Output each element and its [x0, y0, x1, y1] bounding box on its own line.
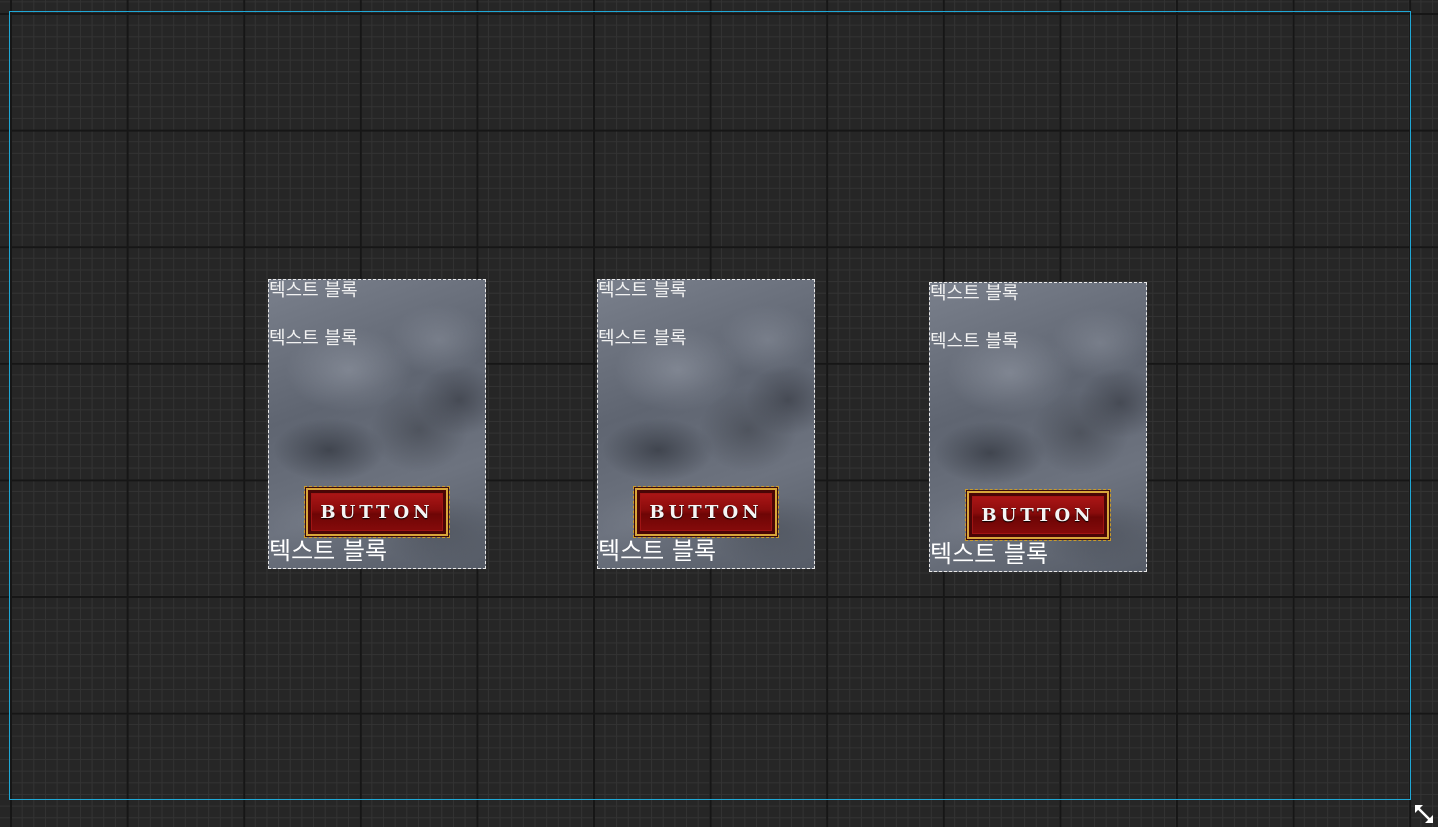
- button-frame: BUTTON: [633, 486, 779, 538]
- designer-grid: 텍스트 블록 텍스트 블록 BUTTON 텍스트 블록 텍스트 블록 텍스트 블…: [0, 0, 1438, 827]
- card-1[interactable]: 텍스트 블록 텍스트 블록 BUTTON 텍스트 블록: [268, 279, 486, 569]
- text-block-bottom: 텍스트 블록: [930, 540, 1049, 568]
- button-frame: BUTTON: [304, 486, 450, 538]
- button-frame: BUTTON: [965, 489, 1111, 541]
- card-3[interactable]: 텍스트 블록 텍스트 블록 BUTTON 텍스트 블록: [929, 282, 1147, 572]
- text-block-middle: 텍스트 블록: [930, 331, 1019, 352]
- text-block-top: 텍스트 블록: [269, 280, 358, 301]
- card-2[interactable]: 텍스트 블록 텍스트 블록 BUTTON 텍스트 블록: [597, 279, 815, 569]
- text-block-bottom: 텍스트 블록: [269, 537, 388, 565]
- text-block-top: 텍스트 블록: [598, 280, 687, 301]
- text-block-middle: 텍스트 블록: [598, 328, 687, 349]
- card-3-button[interactable]: BUTTON: [966, 490, 1110, 540]
- card-1-button[interactable]: BUTTON: [305, 487, 449, 537]
- text-block-top: 텍스트 블록: [930, 283, 1019, 304]
- text-block-middle: 텍스트 블록: [269, 328, 358, 349]
- text-block-bottom: 텍스트 블록: [598, 537, 717, 565]
- resize-diagonal-icon[interactable]: [1413, 803, 1435, 825]
- card-2-button[interactable]: BUTTON: [634, 487, 778, 537]
